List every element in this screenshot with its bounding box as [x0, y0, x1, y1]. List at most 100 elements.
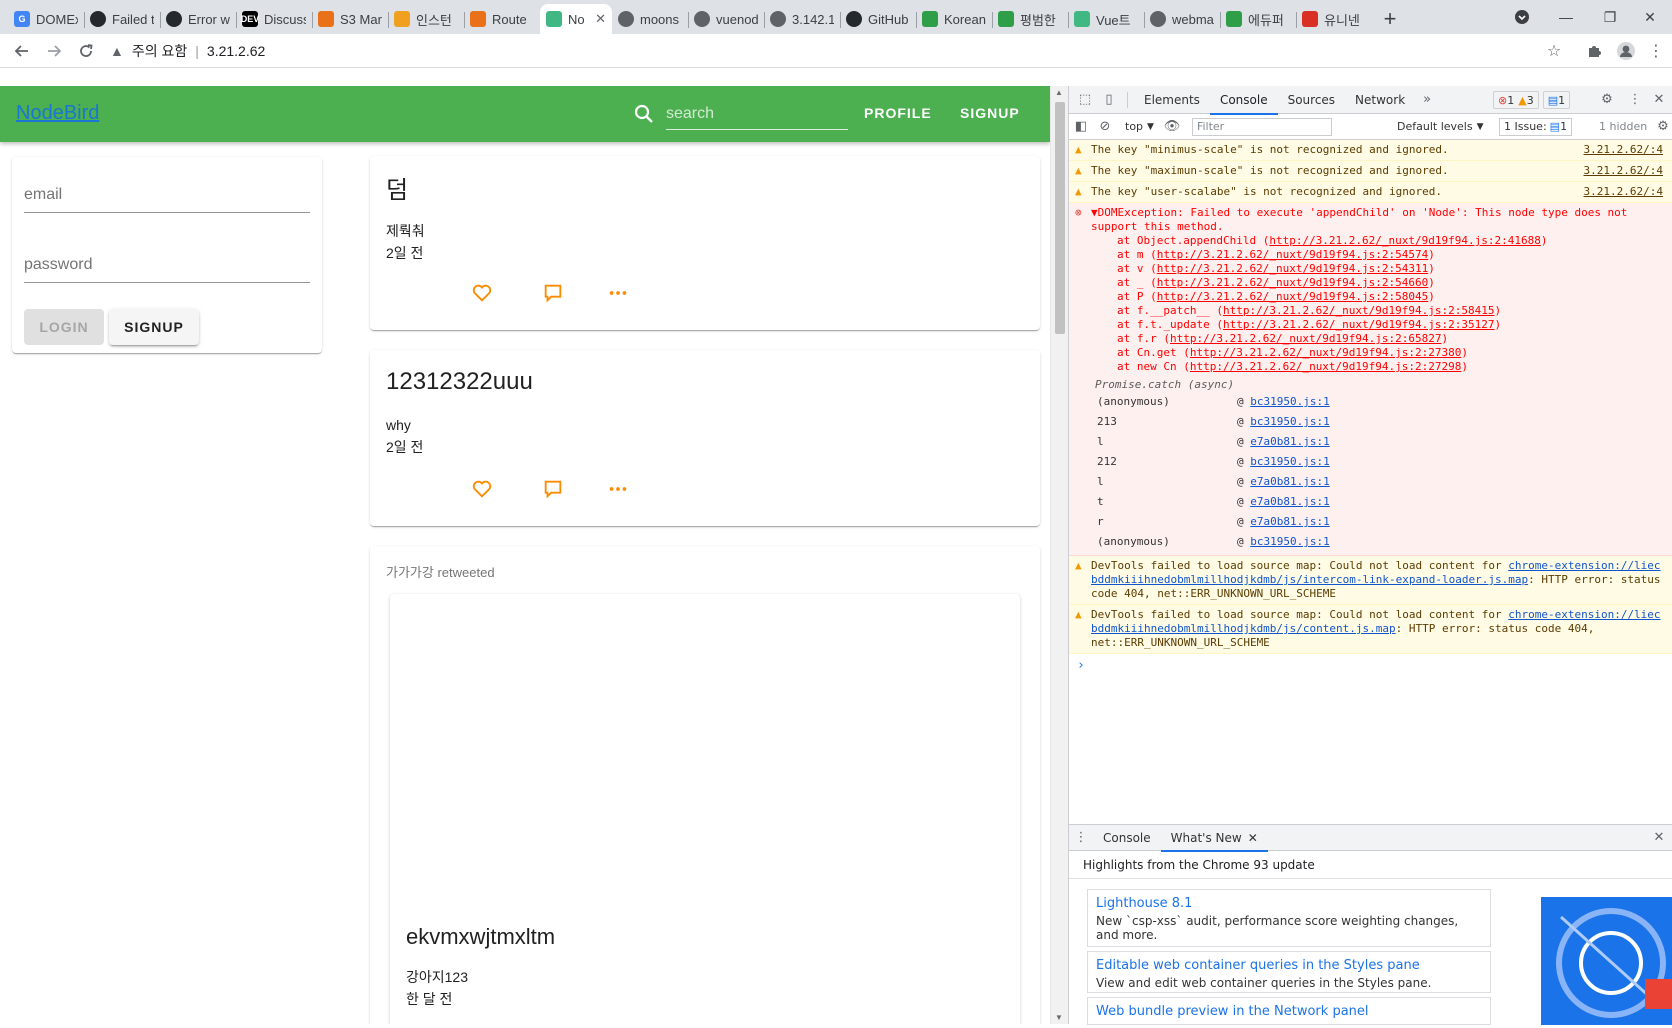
call-frame-link[interactable]: bc31950.js:1	[1250, 532, 1329, 552]
back-button[interactable]	[6, 36, 38, 66]
scrollbar-thumb[interactable]	[1055, 102, 1065, 334]
browser-tab[interactable]: 평범한	[992, 4, 1068, 34]
drawer-menu-icon[interactable]: ⋮	[1069, 825, 1093, 851]
browser-tab[interactable]: 3.142.1	[764, 4, 840, 34]
console-settings-gear-icon[interactable]: ⚙	[1651, 114, 1672, 140]
stack-frame-link[interactable]: http://3.21.2.62/_nuxt/9d19f94.js:2:5431…	[1157, 262, 1429, 275]
console-prompt-chevron-icon[interactable]: ›	[1069, 658, 1672, 673]
app-logo-link[interactable]: NodeBird	[16, 102, 99, 125]
drawer-tab-console[interactable]: Console	[1093, 825, 1161, 851]
call-frame-link[interactable]: bc31950.js:1	[1250, 452, 1329, 472]
clear-console-icon[interactable]: ⊘	[1093, 114, 1117, 140]
comment-button[interactable]	[540, 280, 566, 306]
stack-frame-link[interactable]: http://3.21.2.62/_nuxt/9d19f94.js:2:4168…	[1269, 234, 1541, 247]
settings-gear-icon[interactable]: ⚙	[1595, 86, 1619, 114]
tab-network[interactable]: Network	[1345, 86, 1415, 114]
call-frame-link[interactable]: e7a0b81.js:1	[1250, 432, 1329, 452]
context-selector[interactable]: top ▼	[1125, 120, 1154, 133]
whats-new-item[interactable]: Web bundle preview in the Network panel	[1087, 997, 1491, 1025]
stack-frame-link[interactable]: http://3.21.2.62/_nuxt/9d19f94.js:2:2729…	[1190, 360, 1462, 373]
close-devtools-icon[interactable]: ✕	[1647, 86, 1671, 114]
issues-button[interactable]: 1 Issue: ▤ 1	[1499, 117, 1573, 136]
drawer-tab-whats-new[interactable]: What's New ✕	[1160, 825, 1268, 852]
browser-tab[interactable]: G DOMEx	[8, 4, 84, 34]
signup-button[interactable]: SIGNUP	[109, 309, 199, 345]
more-tabs-chevron-icon[interactable]: »	[1415, 86, 1439, 114]
stack-frame-link[interactable]: http://3.21.2.62/_nuxt/9d19f94.js:2:6582…	[1170, 332, 1442, 345]
new-tab-button[interactable]: +	[1372, 4, 1408, 34]
call-frame-link[interactable]: bc31950.js:1	[1250, 412, 1329, 432]
close-window-button[interactable]: ✕	[1628, 0, 1672, 34]
console-output[interactable]: ▲ The key "minimus-scale" is not recogniz…	[1069, 140, 1672, 778]
stack-frame-link[interactable]: http://3.21.2.62/_nuxt/9d19f94.js:2:2738…	[1190, 346, 1462, 359]
tab-sources[interactable]: Sources	[1278, 86, 1345, 114]
browser-tab[interactable]: vuenod	[688, 4, 764, 34]
inspect-element-icon[interactable]: ⬚	[1073, 86, 1097, 114]
browser-tab[interactable]: No ✕	[540, 4, 612, 34]
signup-nav-button[interactable]: SIGNUP	[960, 105, 1020, 121]
tab-console[interactable]: Console	[1209, 86, 1278, 115]
warning-triangle-icon[interactable]: ▲	[110, 43, 124, 59]
browser-tab[interactable]: 에듀퍼	[1220, 4, 1296, 34]
whats-new-item[interactable]: Editable web container queries in the St…	[1087, 951, 1491, 993]
console-warning-message[interactable]: ▲ DevTools failed to load source map: Cou…	[1069, 556, 1672, 605]
live-expression-eye-icon[interactable]: 👁	[1160, 114, 1184, 140]
tab-search-icon[interactable]	[1500, 0, 1544, 34]
comment-button[interactable]	[540, 476, 566, 502]
browser-tab[interactable]: S3 Mar	[312, 4, 388, 34]
browser-tab[interactable]: 인스턴	[388, 4, 464, 34]
browser-tab[interactable]: 유니넨	[1296, 4, 1372, 34]
profile-nav-button[interactable]: PROFILE	[864, 105, 932, 121]
more-button[interactable]	[605, 476, 631, 502]
minimize-button[interactable]: —	[1544, 0, 1588, 34]
stack-frame-link[interactable]: http://3.21.2.62/_nuxt/9d19f94.js:2:3512…	[1223, 318, 1495, 331]
close-tab-icon[interactable]: ✕	[1248, 831, 1258, 845]
bookmark-star-icon[interactable]: ☆	[1538, 34, 1570, 68]
browser-tab[interactable]: Error w	[160, 4, 236, 34]
call-frame-link[interactable]: e7a0b81.js:1	[1250, 472, 1329, 492]
reload-button[interactable]	[70, 36, 102, 66]
console-error-message[interactable]: ⊗ ▼DOMException: Failed to execute 'appe…	[1069, 203, 1672, 556]
console-warning-message[interactable]: ▲ The key "minimus-scale" is not recogniz…	[1069, 140, 1672, 161]
like-button[interactable]	[469, 280, 495, 306]
close-drawer-icon[interactable]: ✕	[1647, 825, 1671, 851]
devtools-menu-icon[interactable]: ⋮	[1623, 86, 1647, 114]
console-filter-input[interactable]	[1191, 117, 1332, 136]
whats-new-item-title[interactable]: Web bundle preview in the Network panel	[1096, 1004, 1482, 1020]
browser-tab[interactable]: Failed t	[84, 4, 160, 34]
password-field[interactable]	[24, 247, 310, 283]
stack-frame-link[interactable]: http://3.21.2.62/_nuxt/9d19f94.js:2:5804…	[1157, 290, 1429, 303]
page-scrollbar[interactable]: ▲ ▼	[1050, 86, 1068, 1024]
console-warning-message[interactable]: ▲ The key "user-scalabe" is not recognize…	[1069, 182, 1672, 203]
browser-tab[interactable]: Route	[464, 4, 540, 34]
browser-tab[interactable]: Korean	[916, 4, 992, 34]
address-bar[interactable]: ▲ 주의 요함 | 3.21.2.62	[110, 41, 265, 61]
info-count-badge[interactable]: ▤ 1	[1542, 91, 1571, 109]
stack-frame-link[interactable]: http://3.21.2.62/_nuxt/9d19f94.js:2:5457…	[1157, 248, 1429, 261]
console-warning-message[interactable]: ▲ DevTools failed to load source map: Cou…	[1069, 605, 1672, 654]
close-tab-icon[interactable]: ✕	[595, 11, 606, 27]
profile-avatar-icon[interactable]	[1610, 34, 1642, 68]
search-input[interactable]	[666, 98, 848, 130]
forward-button[interactable]	[38, 36, 70, 66]
tab-elements[interactable]: Elements	[1134, 86, 1210, 114]
restore-button[interactable]: ❐	[1588, 0, 1632, 34]
scroll-down-arrow-icon[interactable]: ▼	[1055, 1013, 1063, 1022]
stack-frame-link[interactable]: http://3.21.2.62/_nuxt/9d19f94.js:2:5841…	[1223, 304, 1495, 317]
log-levels-dropdown[interactable]: Default levels ▼	[1397, 120, 1484, 133]
console-warning-message[interactable]: ▲ The key "maximun-scale" is not recogniz…	[1069, 161, 1672, 182]
issue-counters[interactable]: ⊗ 1 ▲ 3 ▤ 1	[1489, 91, 1571, 109]
whats-new-item[interactable]: Lighthouse 8.1 New `csp-xss` audit, perf…	[1087, 889, 1491, 947]
browser-menu-icon[interactable]: ⋮	[1640, 34, 1672, 68]
extensions-puzzle-icon[interactable]	[1578, 34, 1610, 68]
login-button[interactable]: LOGIN	[24, 309, 104, 345]
stack-frame-link[interactable]: http://3.21.2.62/_nuxt/9d19f94.js:2:5466…	[1157, 276, 1429, 289]
device-toolbar-icon[interactable]: ▯	[1097, 86, 1121, 114]
browser-tab[interactable]: webma	[1144, 4, 1220, 34]
call-frame-link[interactable]: e7a0b81.js:1	[1250, 492, 1329, 512]
source-link[interactable]: 3.21.2.62/:4	[1584, 185, 1663, 199]
sidebar-toggle-icon[interactable]: ◧	[1069, 114, 1093, 140]
source-link[interactable]: 3.21.2.62/:4	[1584, 143, 1663, 157]
browser-tab[interactable]: moons	[612, 4, 688, 34]
source-link[interactable]: 3.21.2.62/:4	[1584, 164, 1663, 178]
